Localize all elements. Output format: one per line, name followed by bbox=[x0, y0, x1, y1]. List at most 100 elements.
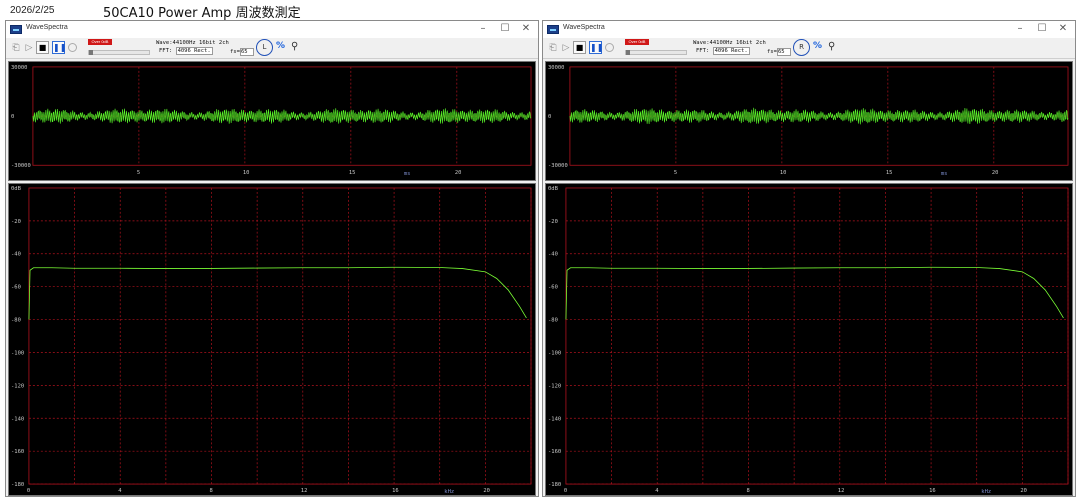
spectrum-trace bbox=[28, 266, 527, 320]
fft-value[interactable]: 4096 Rect. bbox=[175, 47, 213, 55]
stop-icon[interactable]: ■ bbox=[36, 41, 49, 54]
maximize-button[interactable]: ☐ bbox=[496, 22, 514, 36]
percent-icon[interactable]: % bbox=[276, 41, 285, 51]
waveform-x-unit: ms bbox=[404, 171, 411, 177]
spectrum-trace bbox=[565, 266, 1064, 320]
spectrum-x-unit: kHz bbox=[444, 489, 454, 495]
pause-icon[interactable]: ❚❚ bbox=[589, 41, 603, 54]
pause-icon[interactable]: ❚❚ bbox=[52, 41, 66, 54]
waveform-pane[interactable]: 30000 0 -30000 5 10 15 20 ms bbox=[8, 61, 536, 181]
app-icon bbox=[547, 25, 559, 34]
magnifier-icon[interactable]: ⚲ bbox=[828, 41, 835, 52]
play-icon[interactable]: ▷ bbox=[560, 42, 572, 54]
stop-icon[interactable]: ■ bbox=[573, 41, 586, 54]
spectrum-grid bbox=[28, 187, 532, 485]
spectrum-pane[interactable]: 0dB -20 -40 -60 -80 -100 -120 -140 -160 -180 0 4 8 1… bbox=[8, 183, 536, 496]
waveform-y-ticks: 30000 0 -30000 bbox=[548, 65, 568, 169]
spectrum-x-unit: kHz bbox=[981, 489, 991, 495]
minimize-button[interactable]: – bbox=[474, 22, 492, 36]
spectrum-pane[interactable]: 0dB -20 -40 -60 -80 -100 -120 -140 -160 -180 0 4 8 1… bbox=[545, 183, 1073, 496]
spectrum-grid bbox=[565, 187, 1069, 485]
wave-format-info: Wave:44100Hz 16bit 2ch bbox=[156, 40, 229, 46]
close-button[interactable]: ✕ bbox=[1054, 22, 1072, 36]
spectrum-x-tick-label: 20 bbox=[483, 488, 490, 494]
toolbar: ⎗ ▷ ■ ❚❚ Over 0dB Wave:44100Hz 16bit 2ch… bbox=[6, 38, 538, 59]
level-meter: Over 0dB bbox=[625, 39, 649, 45]
waveform-x-tick-label: 20 bbox=[455, 170, 462, 176]
fs-label: fs= bbox=[767, 49, 777, 55]
waveform-x-ticks: 5 10 15 20 ms bbox=[674, 170, 999, 177]
spectrum-y-tick-label: -80 bbox=[11, 318, 21, 324]
waveform-pane[interactable]: 30000 0 -30000 5 10 15 20 ms bbox=[545, 61, 1073, 181]
maximize-button[interactable]: ☐ bbox=[1033, 22, 1051, 36]
waveform-x-ticks: 5 10 15 20 ms bbox=[137, 170, 462, 177]
position-slider[interactable] bbox=[88, 50, 150, 55]
fft-label: FFT: bbox=[696, 48, 710, 54]
spectrum-x-tick-label: 4 bbox=[655, 488, 659, 494]
spectrum-y-tick-label: 0dB bbox=[548, 186, 559, 192]
spectrum-x-tick-label: 12 bbox=[838, 488, 845, 494]
wavespectra-window-left: WaveSpectra – ☐ ✕ ⎗ ▷ ■ ❚❚ Over 0dB Wave… bbox=[5, 20, 539, 497]
spectrum-x-ticks: 0 4 8 12 16 20 kHz bbox=[27, 488, 490, 495]
window-title: WaveSpectra bbox=[563, 24, 605, 31]
spectrum-x-tick-label: 8 bbox=[210, 488, 213, 494]
spectrum-y-tick-label: -160 bbox=[11, 449, 24, 455]
spectrum-y-tick-label: -140 bbox=[548, 416, 561, 422]
spectrum-y-tick-label: -100 bbox=[11, 350, 24, 356]
spectrum-y-tick-label: -120 bbox=[548, 383, 561, 389]
spectrum-y-tick-label: -140 bbox=[11, 416, 24, 422]
waveform-y-tick-label: 0 bbox=[548, 114, 551, 120]
spectrum-x-tick-label: 8 bbox=[747, 488, 750, 494]
spectrum-y-tick-label: -20 bbox=[548, 219, 558, 225]
spectrum-y-tick-label: -60 bbox=[11, 285, 21, 291]
window-title: WaveSpectra bbox=[26, 24, 68, 31]
level-meter: Over 0dB bbox=[88, 39, 112, 45]
waveform-y-tick-label: 30000 bbox=[11, 65, 27, 71]
lch-icon[interactable]: L bbox=[256, 39, 273, 56]
spectrum-y-tick-label: -60 bbox=[548, 285, 558, 291]
waveform-x-tick-label: 5 bbox=[137, 170, 140, 176]
document-title: 50CA10 Power Amp 周波数測定 bbox=[103, 6, 301, 21]
spectrum-y-tick-label: -100 bbox=[548, 350, 561, 356]
document-date: 2026/2/25 bbox=[10, 5, 55, 16]
open-file-icon[interactable]: ⎗ bbox=[10, 42, 22, 54]
record-icon[interactable] bbox=[68, 43, 77, 52]
wavespectra-window-right: WaveSpectra – ☐ ✕ ⎗ ▷ ■ ❚❚ Over 0dB Wave… bbox=[542, 20, 1076, 497]
wave-format-info: Wave:44100Hz 16bit 2ch bbox=[693, 40, 766, 46]
spectrum-x-ticks: 0 4 8 12 16 20 kHz bbox=[564, 488, 1027, 495]
waveform-x-tick-label: 15 bbox=[349, 170, 356, 176]
spectrum-x-tick-label: 12 bbox=[301, 488, 308, 494]
magnifier-icon[interactable]: ⚲ bbox=[291, 41, 298, 52]
play-icon[interactable]: ▷ bbox=[23, 42, 35, 54]
percent-icon[interactable]: % bbox=[813, 41, 822, 51]
title-bar[interactable]: WaveSpectra – ☐ ✕ bbox=[543, 21, 1075, 38]
close-button[interactable]: ✕ bbox=[517, 22, 535, 36]
title-bar[interactable]: WaveSpectra – ☐ ✕ bbox=[6, 21, 538, 38]
fs-value[interactable]: 65 bbox=[776, 48, 791, 56]
minimize-button[interactable]: – bbox=[1011, 22, 1029, 36]
spectrum-frame bbox=[565, 187, 1069, 485]
position-slider[interactable] bbox=[625, 50, 687, 55]
spectrum-y-tick-label: -180 bbox=[548, 482, 561, 488]
spectrum-y-ticks: 0dB -20 -40 -60 -80 -100 -120 -140 -160 -180 bbox=[548, 186, 561, 488]
waveform-trace bbox=[569, 107, 1069, 125]
spectrum-x-tick-label: 4 bbox=[118, 488, 122, 494]
fft-label: FFT: bbox=[159, 48, 173, 54]
spectrum-y-tick-label: 0dB bbox=[11, 186, 22, 192]
waveform-x-tick-label: 10 bbox=[780, 170, 787, 176]
waveform-y-ticks: 30000 0 -30000 bbox=[11, 65, 31, 169]
spectrum-y-tick-label: -20 bbox=[11, 219, 21, 225]
rch-icon[interactable]: R bbox=[793, 39, 810, 56]
spectrum-x-tick-label: 16 bbox=[392, 488, 399, 494]
spectrum-y-tick-label: -80 bbox=[548, 318, 558, 324]
spectrum-y-tick-label: -160 bbox=[548, 449, 561, 455]
fft-value[interactable]: 4096 Rect. bbox=[712, 47, 750, 55]
spectrum-graph: 0dB -20 -40 -60 -80 -100 -120 -140 -160 -180 0 4 8 1… bbox=[548, 186, 1069, 495]
waveform-y-tick-label: -30000 bbox=[11, 163, 31, 169]
spectrum-x-tick-label: 16 bbox=[929, 488, 936, 494]
record-icon[interactable] bbox=[605, 43, 614, 52]
open-file-icon[interactable]: ⎗ bbox=[547, 42, 559, 54]
fs-value[interactable]: 65 bbox=[239, 48, 254, 56]
spectrum-y-tick-label: -180 bbox=[11, 482, 24, 488]
waveform-graph: 30000 0 -30000 5 10 15 20 ms bbox=[548, 65, 1069, 177]
